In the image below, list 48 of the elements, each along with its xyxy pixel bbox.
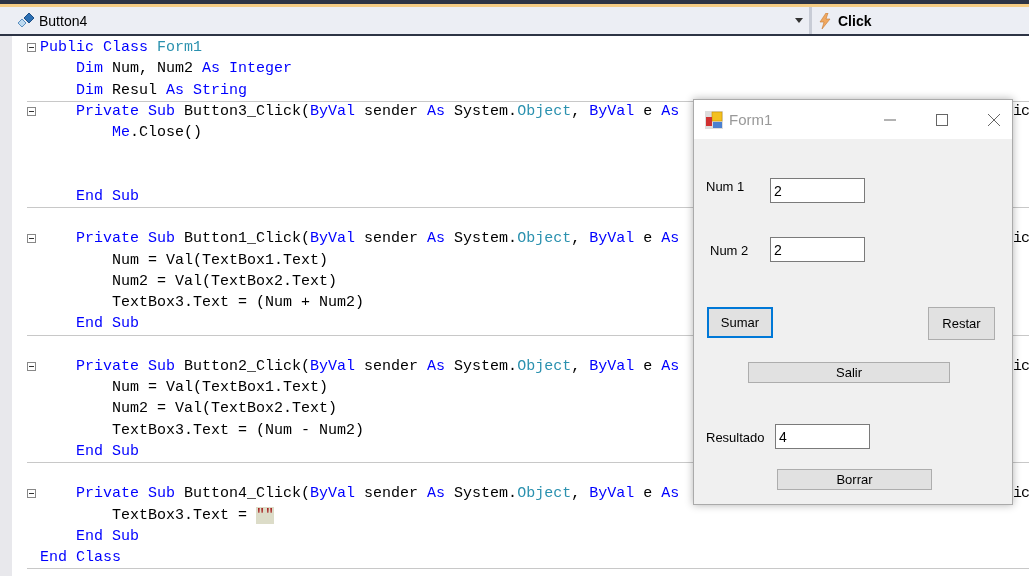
form-button[interactable]: Salir — [748, 362, 950, 383]
code-line: TextBox3.Text = (Num + Num2) — [111, 294, 365, 311]
code-line: Num = Val(TextBox1.Text) — [111, 251, 329, 269]
code-line: End Class — [40, 549, 121, 566]
window-title: Form1 — [729, 111, 774, 128]
code-line: Dim Resul As String — [75, 81, 248, 99]
code-line: Num = Val(TextBox1.Text) — [111, 379, 329, 396]
form-button[interactable]: Restar — [928, 307, 995, 340]
code-line: Num2 = Val(TextBox2.Text) — [111, 272, 338, 290]
input-field[interactable]: 4 — [775, 424, 870, 449]
diamond-icon — [16, 11, 36, 30]
close-icon[interactable] — [988, 113, 1000, 126]
code-line: Num2 = Val(TextBox2.Text) — [111, 400, 338, 418]
form-button[interactable]: Sumar — [707, 307, 773, 338]
form-icon — [705, 110, 723, 129]
lightning-icon — [818, 12, 832, 29]
code-line: End Sub — [75, 187, 140, 205]
field-label: Resultado — [706, 430, 765, 445]
input-field[interactable]: 2 — [770, 237, 865, 262]
maximize-icon[interactable] — [936, 113, 948, 126]
code-line: Private Sub Button1_Click(ByVal sender As System.Object, ByVal e As — [75, 230, 680, 248]
code-line: Private Sub Button2_Click(ByVal sender As System.Object, ByVal e As — [75, 357, 680, 375]
caret-icon — [795, 18, 803, 23]
collapse-icon[interactable] — [27, 43, 36, 52]
code-line: Private Sub Button3_Click(ByVal sender As System.Object, ByVal e As — [75, 102, 680, 120]
code-line: TextBox3.Text = "" — [111, 506, 275, 524]
code-fragment: ic — [1013, 229, 1029, 250]
code-line: Public Class Form1 — [40, 39, 203, 56]
collapse-icon[interactable] — [27, 489, 36, 499]
code-line: Dim Num, Num2 As Integer — [75, 60, 293, 78]
code-line: End Sub — [75, 442, 140, 460]
code-fragment: ic — [1013, 101, 1029, 122]
field-label: Num 2 — [710, 243, 749, 258]
code-line: TextBox3.Text = (Num - Num2) — [111, 421, 365, 439]
code-line: End Sub — [75, 527, 140, 545]
code-line: Me.Close() — [111, 124, 203, 141]
field-label: Num 1 — [706, 179, 745, 194]
code-line: Private Sub Button4_Click(ByVal sender As System.Object, ByVal e As — [75, 485, 680, 503]
input-field[interactable]: 2 — [770, 178, 865, 203]
collapse-icon[interactable] — [27, 361, 36, 371]
form-button[interactable]: Borrar — [777, 469, 932, 490]
collapse-icon[interactable] — [27, 234, 36, 244]
code-line: End Sub — [75, 315, 140, 333]
code-fragment: ic — [1013, 484, 1029, 505]
event-dropdown[interactable]: Click — [812, 7, 1029, 34]
object-dropdown[interactable]: Button4 — [0, 7, 812, 34]
collapse-icon[interactable] — [27, 106, 36, 116]
code-fragment: ic — [1013, 356, 1029, 377]
